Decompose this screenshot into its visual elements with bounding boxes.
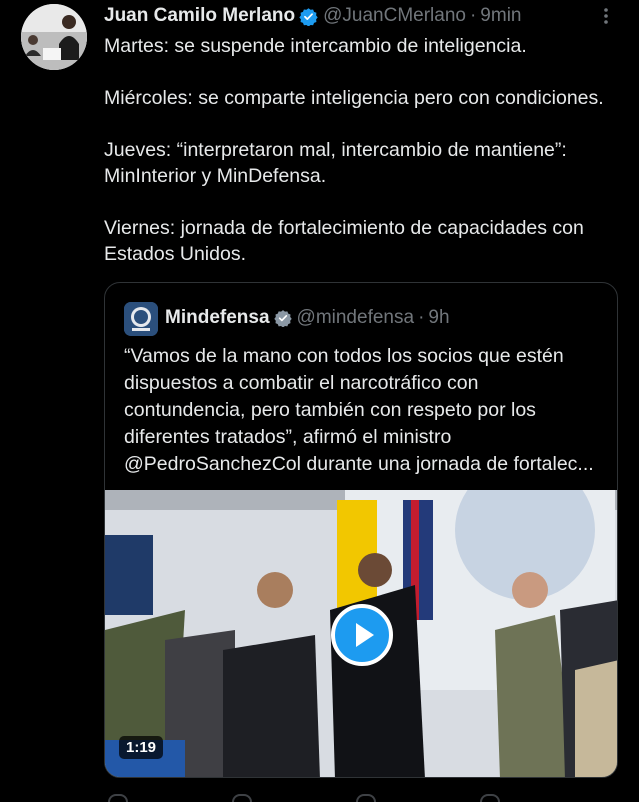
verified-badge-icon xyxy=(273,310,292,327)
video-thumbnail[interactable]: 1:19 xyxy=(105,490,617,777)
tweet-header: Juan Camilo Merlano @JuanCMerlano · 9min xyxy=(104,2,521,30)
separator-dot: · xyxy=(418,307,425,328)
defensa-logo xyxy=(124,302,158,336)
play-icon xyxy=(356,623,374,647)
reply-icon[interactable] xyxy=(108,794,128,802)
views-icon[interactable] xyxy=(480,794,500,802)
more-options-icon[interactable] xyxy=(596,6,616,26)
author-name[interactable]: Juan Camilo Merlano xyxy=(104,5,295,27)
quoted-author-avatar[interactable] xyxy=(124,302,158,336)
video-duration: 1:19 xyxy=(119,736,164,759)
author-avatar-photo xyxy=(21,4,87,70)
quoted-author-handle[interactable]: @mindefensa xyxy=(297,307,415,329)
quoted-tweet-timestamp[interactable]: 9h xyxy=(428,307,449,329)
action-bar xyxy=(0,787,639,800)
verified-badge-icon xyxy=(299,7,318,26)
quoted-author-name[interactable]: Mindefensa xyxy=(165,307,270,329)
play-button[interactable] xyxy=(331,604,393,666)
quoted-tweet[interactable]: Mindefensa @mindefensa · 9h “Vamos de la… xyxy=(104,282,618,778)
tweet-timestamp[interactable]: 9min xyxy=(480,5,521,27)
author-handle[interactable]: @JuanCMerlano xyxy=(323,5,466,27)
author-avatar[interactable] xyxy=(21,4,87,70)
tweet-text: Martes: se suspende intercambio de intel… xyxy=(104,35,604,265)
quoted-tweet-text: “Vamos de la mano con todos los socios q… xyxy=(124,345,594,475)
quoted-tweet-header: Mindefensa @mindefensa · 9h xyxy=(165,305,450,331)
repost-icon[interactable] xyxy=(232,794,252,802)
separator-dot: · xyxy=(469,5,477,26)
like-icon[interactable] xyxy=(356,794,376,802)
